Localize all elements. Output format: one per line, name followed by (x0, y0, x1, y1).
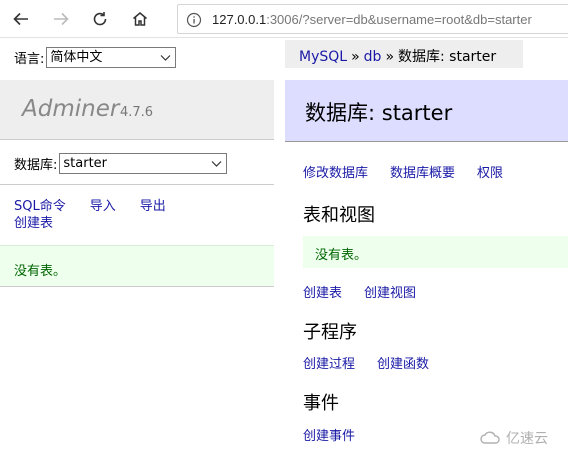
events-heading: 事件 (303, 393, 339, 414)
app-name-link[interactable]: Adminer (22, 96, 119, 122)
no-tables-message: 没有表。 (0, 245, 274, 287)
events-actions: 创建事件 (303, 425, 377, 444)
breadcrumb-separator: » (351, 49, 360, 65)
chevron-down-icon (211, 160, 222, 167)
forward-button[interactable] (48, 6, 74, 32)
database-select-value: starter (63, 155, 108, 171)
database-label: 数据库: (14, 157, 58, 173)
address-bar[interactable]: 127.0.0.1:3006/?server=db&username=root&… (177, 4, 568, 34)
arrow-right-icon (54, 12, 69, 26)
page-title: 数据库: starter (305, 101, 453, 125)
create-view-link[interactable]: 创建视图 (364, 286, 416, 301)
url-path: :3006/?server=db&username=root&db=starte… (266, 12, 532, 27)
cloud-logo-icon (480, 431, 500, 444)
home-icon (133, 12, 147, 26)
refresh-button[interactable] (87, 6, 113, 32)
home-button[interactable] (127, 6, 153, 32)
tables-heading: 表和视图 (303, 205, 375, 226)
routines-actions: 创建过程 创建函数 (303, 353, 451, 372)
arrow-left-icon (13, 12, 28, 26)
tables-empty-message: 没有表。 (303, 236, 568, 268)
breadcrumb-current: 数据库: starter (398, 49, 497, 65)
alter-database-link[interactable]: 修改数据库 (303, 166, 368, 181)
breadcrumb-separator: » (385, 49, 395, 65)
export-link[interactable]: 导出 (140, 199, 166, 214)
chevron-down-icon (160, 54, 171, 61)
privileges-link[interactable]: 权限 (477, 166, 503, 181)
url-text: 127.0.0.1:3006/?server=db&username=root&… (212, 12, 532, 27)
language-label: 语言: (14, 51, 45, 67)
breadcrumb-server-link[interactable]: MySQL (299, 49, 347, 65)
sidebar-divider (0, 184, 274, 185)
language-selector-row: 语言: 简体中文 (14, 46, 177, 68)
app-logo-header: Adminer 4.7.6 (0, 80, 274, 140)
language-select-value: 简体中文 (50, 49, 103, 65)
breadcrumb-db-link[interactable]: db (364, 49, 382, 65)
create-function-link[interactable]: 创建函数 (377, 357, 429, 372)
refresh-icon (93, 12, 107, 26)
page-header: 数据库: starter (285, 80, 568, 142)
create-table-link[interactable]: 创建表 (303, 286, 342, 301)
tables-actions: 创建表 创建视图 (303, 282, 438, 301)
database-schema-link[interactable]: 数据库概要 (390, 166, 455, 181)
breadcrumb: MySQL» db» 数据库: starter (285, 40, 523, 68)
import-link[interactable]: 导入 (90, 199, 116, 214)
create-procedure-link[interactable]: 创建过程 (303, 357, 355, 372)
watermark: 亿速云 (480, 428, 548, 448)
sql-command-link[interactable]: SQL命令 (14, 199, 66, 214)
sidebar-links: SQL命令 导入 导出 创建表 (14, 198, 190, 232)
url-host: 127.0.0.1 (212, 12, 267, 27)
database-selector-row: 数据库: starter (14, 152, 228, 174)
watermark-text: 亿速云 (506, 431, 548, 447)
create-event-link[interactable]: 创建事件 (303, 429, 355, 444)
database-select[interactable]: starter (59, 152, 228, 174)
browser-toolbar: 127.0.0.1:3006/?server=db&username=root&… (0, 0, 568, 38)
back-button[interactable] (8, 6, 34, 32)
info-icon (186, 12, 202, 28)
database-actions: 修改数据库 数据库概要 权限 (303, 162, 525, 181)
routines-heading: 子程序 (303, 322, 357, 343)
app-version: 4.7.6 (120, 105, 154, 120)
create-table-link[interactable]: 创建表 (14, 216, 53, 231)
language-select[interactable]: 简体中文 (46, 46, 177, 68)
